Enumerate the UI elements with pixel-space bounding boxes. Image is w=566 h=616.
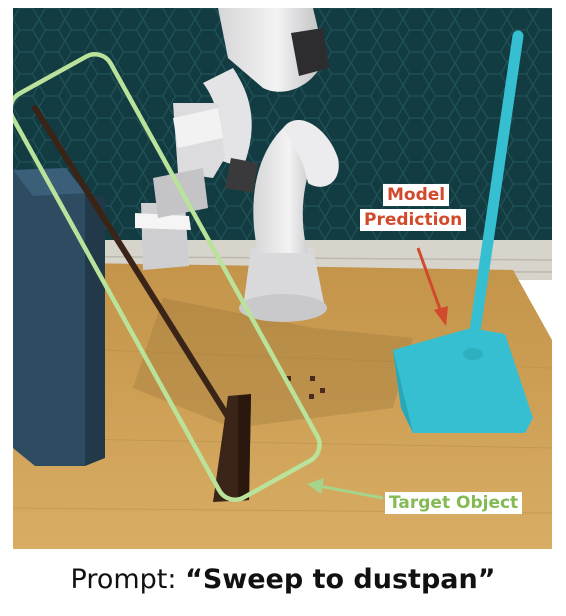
shelf (13, 168, 85, 466)
scene-image (13, 8, 552, 549)
model-prediction-label-line2: Prediction (360, 209, 467, 231)
caption-prompt: “Sweep to dustpan” (185, 564, 496, 595)
model-prediction-label-line1: Model (383, 184, 450, 206)
caption-prefix: Prompt: (70, 564, 186, 595)
target-object-label: Target Object (385, 492, 523, 514)
prompt-caption: Prompt: “Sweep to dustpan” (0, 564, 566, 595)
